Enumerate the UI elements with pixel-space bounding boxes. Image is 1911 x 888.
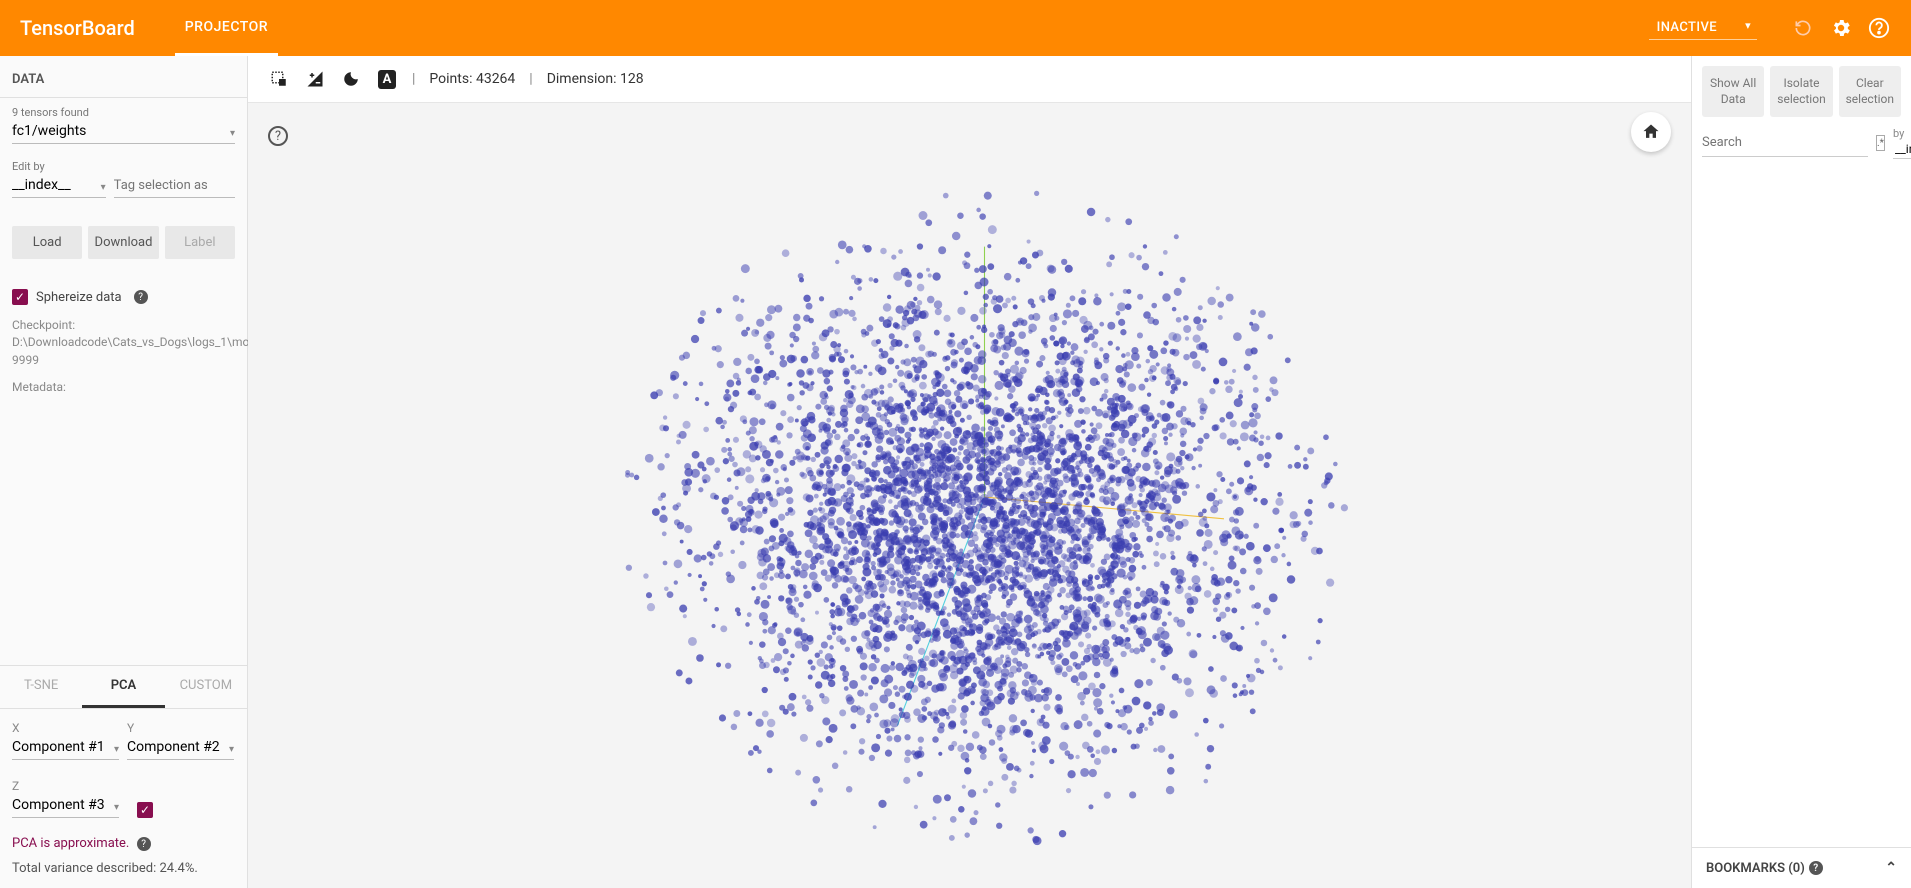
center-canvas[interactable]: A | Points: 43264 | Dimension: 128 ? bbox=[248, 56, 1691, 888]
right-panel: Show All Data Isolate selection Clear se… bbox=[1691, 56, 1911, 888]
app-header: TensorBoard PROJECTOR INACTIVE bbox=[0, 0, 1911, 56]
night-mode-icon[interactable] bbox=[340, 68, 362, 90]
inactive-dropdown[interactable]: INACTIVE bbox=[1649, 16, 1757, 40]
reset-view-button[interactable] bbox=[1631, 112, 1671, 152]
search-by-select[interactable]: __in... bbox=[1893, 140, 1911, 159]
metadata-key: Metadata: bbox=[12, 379, 72, 396]
canvas-help-icon[interactable]: ? bbox=[268, 126, 288, 146]
help-icon[interactable] bbox=[1867, 16, 1891, 40]
bookmarks-header[interactable]: BOOKMARKS (0) ? ⌃ bbox=[1692, 847, 1911, 888]
search-input[interactable] bbox=[1702, 129, 1868, 157]
z-axis-label: Z bbox=[12, 779, 119, 793]
dimension-count: Dimension: 128 bbox=[547, 71, 644, 87]
exposure-icon[interactable] bbox=[304, 68, 326, 90]
sphereize-checkbox[interactable]: ✓ bbox=[12, 289, 28, 305]
bookmarks-label: BOOKMARKS (0) bbox=[1706, 861, 1805, 876]
tab-custom[interactable]: CUSTOM bbox=[165, 666, 247, 708]
pca-approx-help-icon[interactable]: ? bbox=[137, 837, 151, 851]
tab-tsne[interactable]: T-SNE bbox=[0, 666, 82, 708]
gear-icon[interactable] bbox=[1829, 16, 1853, 40]
pca-approx-text: PCA is approximate. bbox=[12, 836, 129, 851]
search-by-label: by bbox=[1893, 127, 1911, 140]
bookmarks-help-icon[interactable]: ? bbox=[1809, 861, 1823, 875]
y-axis-label: Y bbox=[127, 721, 234, 735]
tab-projector[interactable]: PROJECTOR bbox=[175, 1, 278, 56]
clear-selection-button[interactable]: Clear selection bbox=[1839, 66, 1901, 117]
chevron-up-icon: ⌃ bbox=[1885, 860, 1897, 876]
data-section-title: DATA bbox=[0, 56, 247, 98]
tensor-select[interactable]: fc1/weights bbox=[12, 119, 235, 144]
z-enable-checkbox[interactable]: ✓ bbox=[137, 802, 153, 818]
sphereize-label: Sphereize data bbox=[36, 290, 122, 305]
edit-by-select[interactable]: __index__ bbox=[12, 173, 106, 198]
points-count: Points: 43264 bbox=[429, 71, 515, 87]
tab-pca[interactable]: PCA bbox=[82, 666, 164, 708]
canvas-toolbar: A | Points: 43264 | Dimension: 128 bbox=[248, 56, 1691, 103]
search-mode-toggle[interactable]: .* bbox=[1876, 135, 1885, 151]
app-logo: TensorBoard bbox=[20, 16, 135, 40]
x-component-select[interactable]: Component #1 bbox=[12, 735, 119, 760]
sphereize-help-icon[interactable]: ? bbox=[134, 290, 148, 304]
tag-selection-input[interactable] bbox=[114, 174, 235, 198]
select-box-icon[interactable] bbox=[268, 68, 290, 90]
tensors-count: 9 tensors found bbox=[12, 106, 235, 119]
checkpoint-key: Checkpoint: bbox=[12, 317, 72, 334]
scatter-plot[interactable] bbox=[338, 116, 1631, 878]
reload-icon[interactable] bbox=[1791, 16, 1815, 40]
label-button[interactable]: Label bbox=[165, 226, 235, 259]
left-panel: DATA 9 tensors found fc1/weights Edit by… bbox=[0, 56, 248, 888]
z-component-select[interactable]: Component #3 bbox=[12, 793, 119, 818]
text-label-icon[interactable]: A bbox=[376, 68, 398, 90]
y-component-select[interactable]: Component #2 bbox=[127, 735, 234, 760]
x-axis-label: X bbox=[12, 721, 119, 735]
download-button[interactable]: Download bbox=[88, 226, 158, 259]
edit-by-label: Edit by bbox=[12, 160, 106, 173]
projection-tabs: T-SNE PCA CUSTOM bbox=[0, 665, 247, 709]
isolate-selection-button[interactable]: Isolate selection bbox=[1770, 66, 1832, 117]
pca-variance: Total variance described: 24.4%. bbox=[12, 861, 235, 876]
load-button[interactable]: Load bbox=[12, 226, 82, 259]
show-all-data-button[interactable]: Show All Data bbox=[1702, 66, 1764, 117]
